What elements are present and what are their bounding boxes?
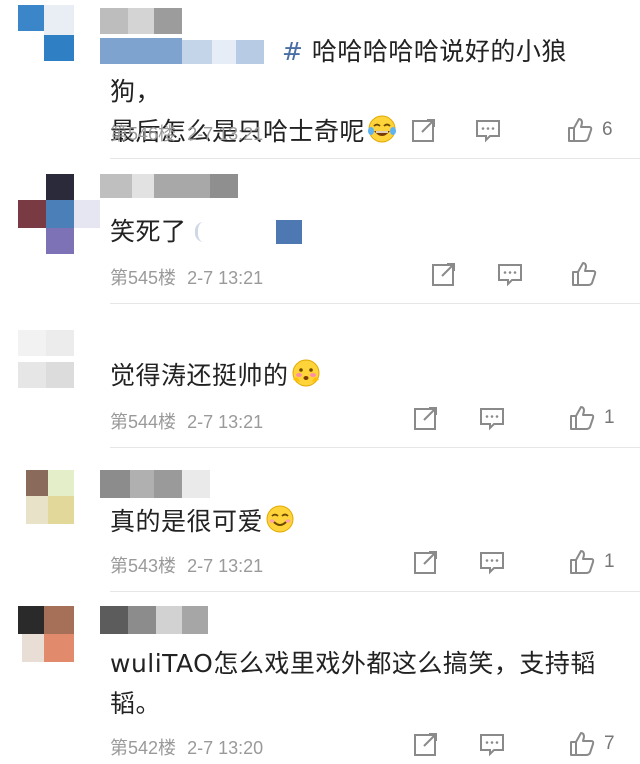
comment-icon [480,734,504,757]
reply-button[interactable] [474,116,504,146]
timestamp: 2-7 13:21 [187,268,264,288]
thumbs-up-icon [568,118,593,142]
comment-text: 笑死了 [110,212,610,252]
share-icon [414,733,437,756]
smile-emoji-icon [266,505,294,533]
floor-number: 第545楼 [110,268,177,288]
thumbs-up-icon [570,550,595,574]
comment-meta: 第542楼 2-7 13:20 [110,734,263,760]
comment-actions: 1 [410,404,630,438]
comment-actions: 1 [410,548,630,582]
comment-meta: 第544楼 2-7 13:21 [110,408,263,434]
share-button[interactable] [412,404,442,434]
comment-item: wuliTAO怎么戏里戏外都这么搞笑，支持韬 韬。 第542楼 2-7 13:2… [0,592,640,763]
reply-button[interactable] [478,404,508,434]
floor-number: 第543楼 [110,556,177,576]
comment-text-line2: 韬。 [110,689,162,718]
avatar[interactable] [18,606,104,692]
comment-text: 觉得涛还挺帅的 [110,356,610,396]
reply-button[interactable] [478,548,508,578]
comment-text-line: 笑死了 [110,217,187,246]
like-count: 6 [602,119,613,140]
divider [110,158,640,159]
comment-item: 笑死了 第545楼 2-7 13:21 [0,160,640,304]
avatar[interactable] [18,174,104,260]
laughing-tears-emoji-icon [368,115,397,143]
comment-icon [476,120,500,143]
blurred-block [276,220,303,244]
comment-text: 真的是很可爱 [110,502,610,542]
moon-emoji-icon [194,222,212,242]
comment-item: 觉得涛还挺帅的 第544楼 2-7 13:21 1 [0,304,640,448]
avatar[interactable] [18,470,104,556]
avatar[interactable] [18,5,104,91]
comment-meta: 第546楼 2-7 13:21 [110,120,263,146]
share-button[interactable] [410,116,440,146]
hashtag-mark[interactable]: # [282,37,303,66]
like-count: 7 [604,733,615,754]
thumbs-up-icon [572,262,597,286]
reply-button[interactable] [478,730,508,760]
timestamp: 2-7 13:20 [187,738,264,758]
blushing-face-emoji-icon [292,359,320,387]
comment-item: # 哈哈哈哈哈说好的小狼狗， 最后怎么是只哈士奇呢 第546楼 2-7 13:2… [0,0,640,160]
thumbs-up-icon [570,406,595,430]
comment-actions: 7 [410,730,630,764]
share-icon [412,119,435,142]
share-button[interactable] [430,260,460,290]
avatar[interactable] [18,330,104,416]
timestamp: 2-7 13:21 [187,412,264,432]
timestamp: 2-7 13:21 [187,556,264,576]
share-button[interactable] [412,730,442,760]
comment-meta: 第545楼 2-7 13:21 [110,264,263,290]
like-count: 1 [604,407,615,428]
comment-item: 真的是很可爱 第543楼 2-7 13:21 1 [0,448,640,592]
share-icon [432,263,455,286]
comment-icon [480,408,504,431]
floor-number: 第546楼 [110,124,177,144]
like-button[interactable]: 7 [568,730,615,760]
thumbs-up-icon [570,732,595,756]
reply-button[interactable] [496,260,526,290]
comment-icon [480,552,504,575]
comment-actions: 6 [410,116,630,150]
comment-text-line1: 哈哈哈哈哈说好的小狼狗， [110,37,567,106]
comment-text: wuliTAO怎么戏里戏外都这么搞笑，支持韬 韬。 [110,644,610,724]
like-count: 1 [604,551,615,572]
floor-number: 第544楼 [110,412,177,432]
floor-number: 第542楼 [110,738,177,758]
like-button[interactable]: 6 [566,116,613,146]
comment-text-line1: wuliTAO怎么戏里戏外都这么搞笑，支持韬 [110,649,596,678]
like-button[interactable]: 1 [568,548,615,578]
comment-actions [410,260,630,294]
like-button[interactable]: 1 [568,404,615,434]
timestamp: 2-7 13:21 [187,124,264,144]
comment-icon [498,264,522,287]
comment-text-line: 真的是很可爱 [110,507,264,536]
like-button[interactable] [570,260,600,290]
share-icon [414,551,437,574]
comment-text-line: 觉得涛还挺帅的 [110,361,289,390]
share-button[interactable] [412,548,442,578]
share-icon [414,407,437,430]
comment-meta: 第543楼 2-7 13:21 [110,552,263,578]
